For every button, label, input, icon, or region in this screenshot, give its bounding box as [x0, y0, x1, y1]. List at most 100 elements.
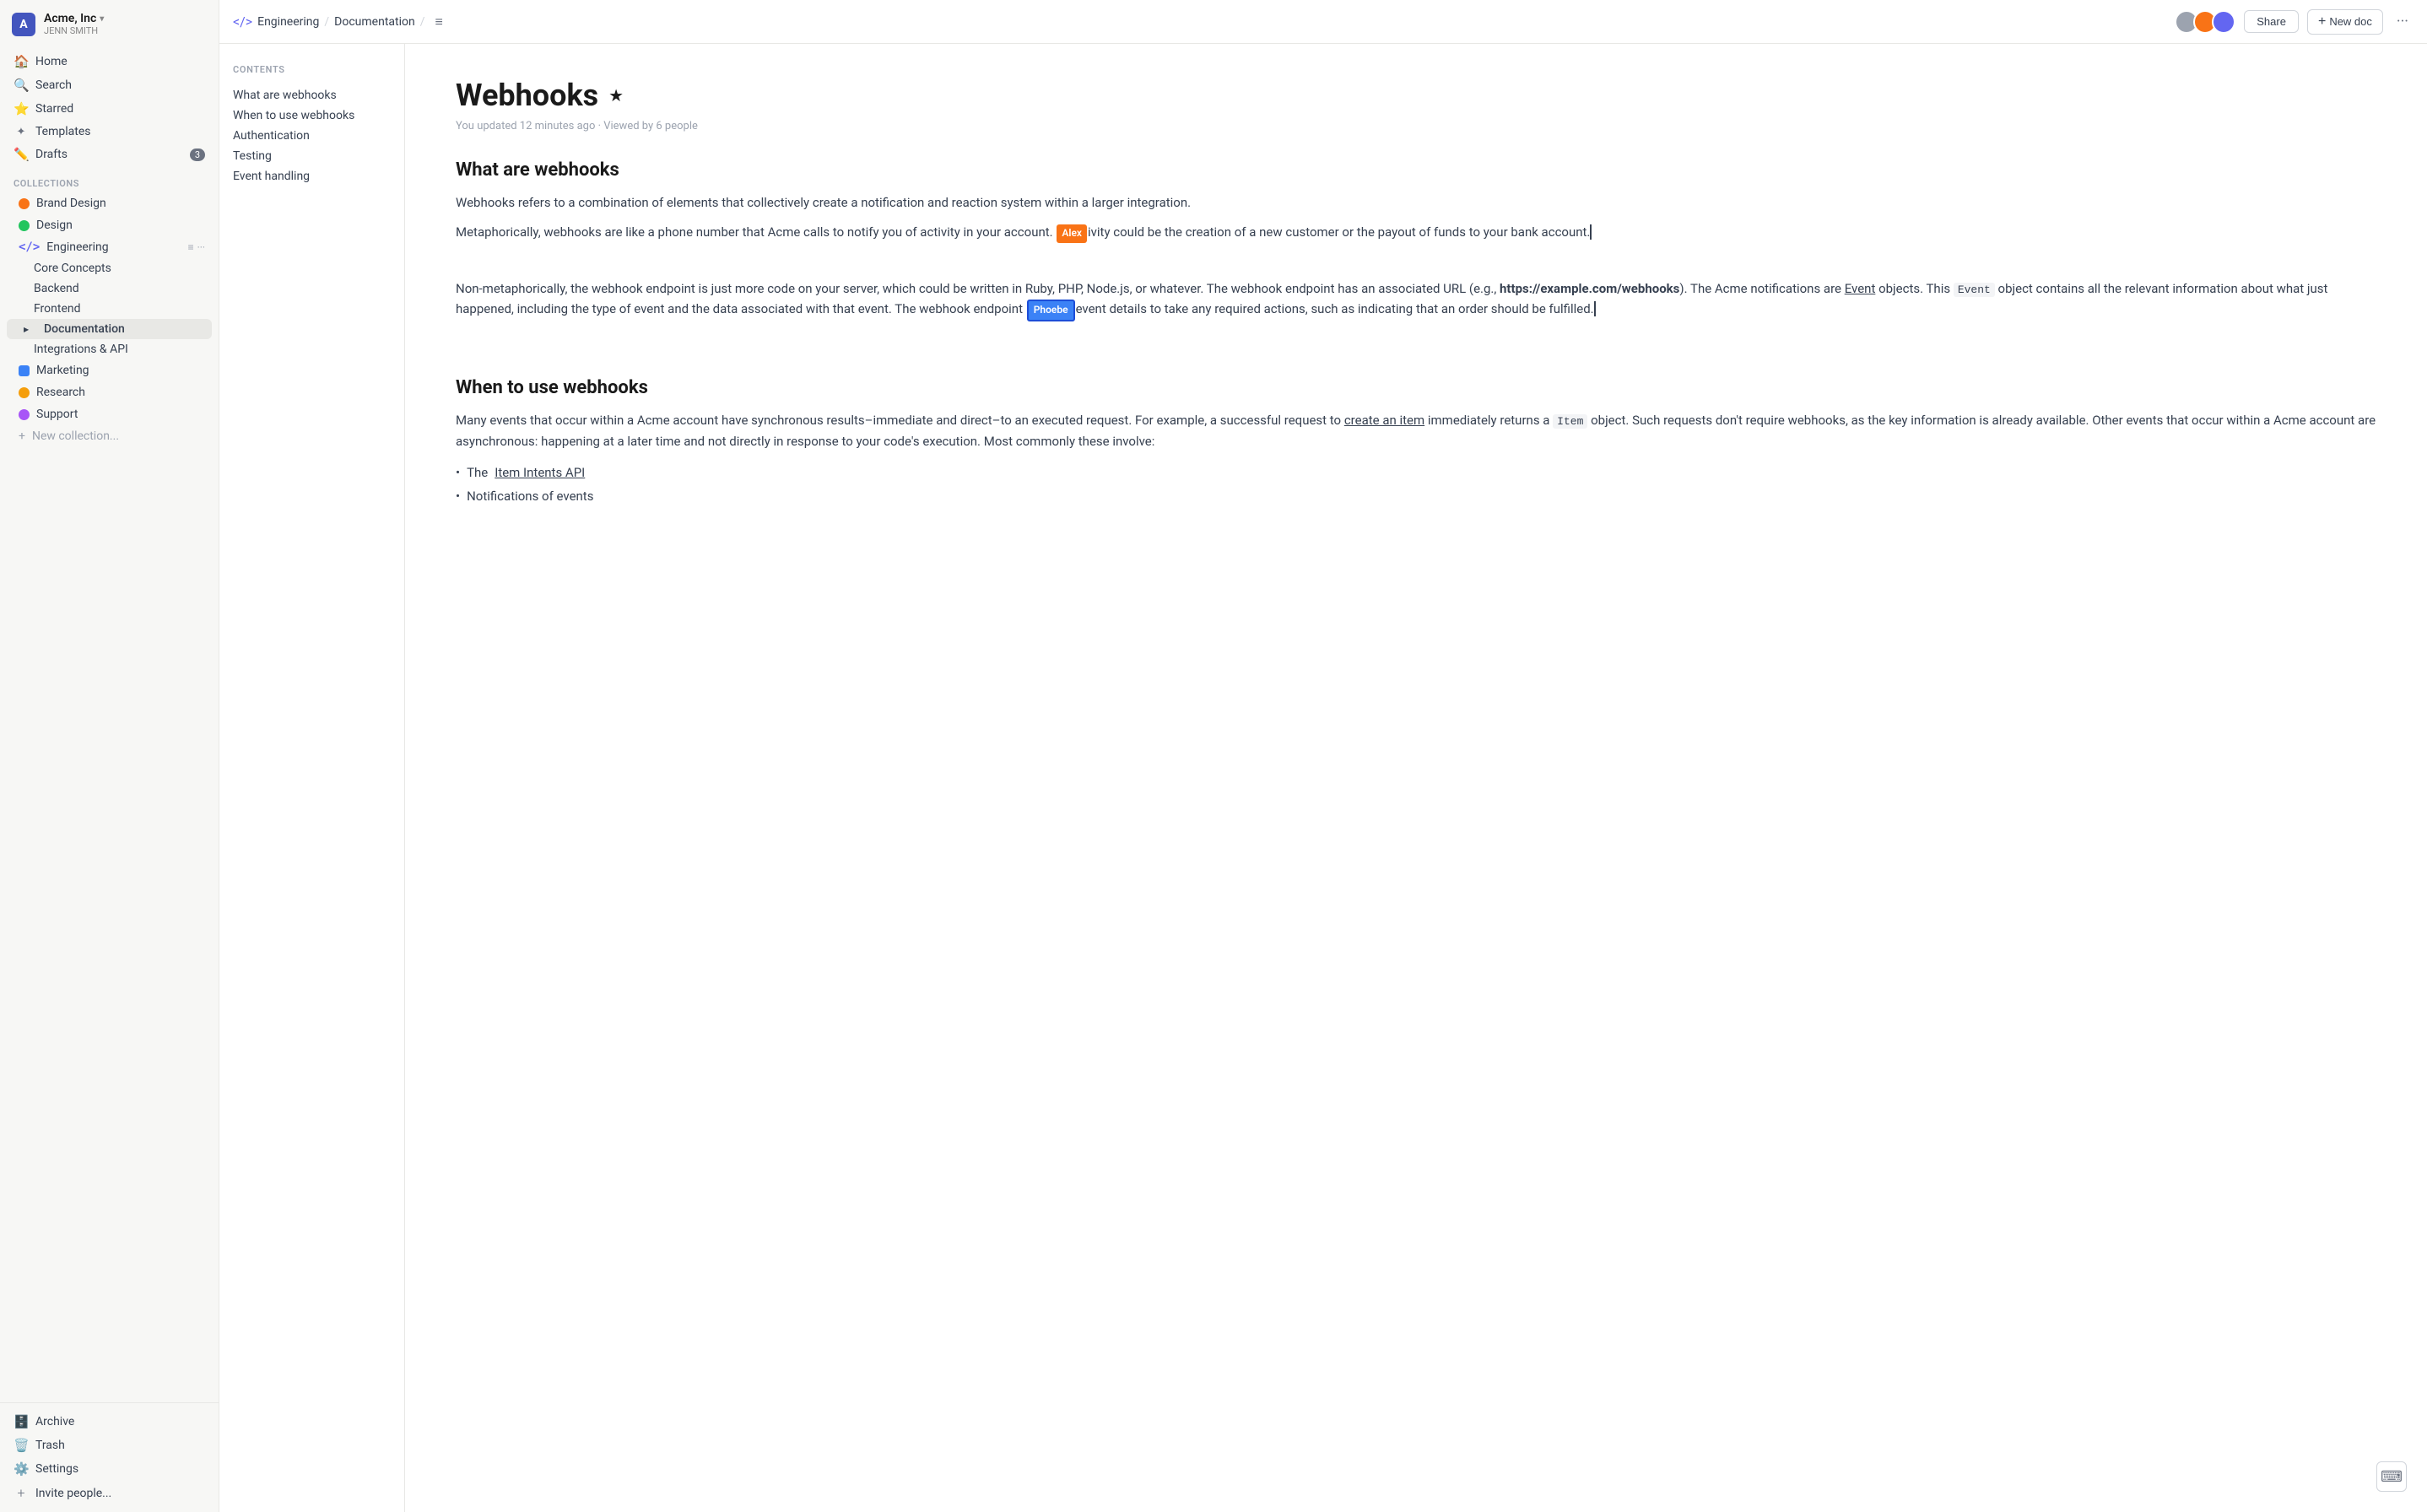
- collection-label: Engineering: [46, 240, 108, 254]
- sidebar-item-label: Starred: [35, 102, 73, 116]
- user-cursor-alex: Alex: [1057, 224, 1087, 243]
- item-code-inline: Item: [1553, 414, 1587, 429]
- create-item-link[interactable]: create an item: [1344, 413, 1424, 428]
- collection-label: Marketing: [36, 364, 89, 377]
- new-collection-label: New collection...: [32, 429, 119, 443]
- document-area[interactable]: Webhooks ★ You updated 12 minutes ago · …: [405, 44, 2427, 1512]
- research-icon: [19, 387, 30, 398]
- workspace-user: JENN SMITH: [44, 25, 104, 36]
- sidebar-item-frontend[interactable]: Frontend: [7, 299, 212, 319]
- event-link[interactable]: Event: [1845, 281, 1876, 296]
- new-doc-label: New doc: [2329, 15, 2372, 28]
- collection-label: Design: [36, 219, 73, 232]
- sidebar-item-research[interactable]: Research: [7, 381, 212, 403]
- section-heading-when-to-use: When to use webhooks: [456, 377, 2376, 398]
- document-meta: You updated 12 minutes ago · Viewed by 6…: [456, 120, 2376, 132]
- toc-item-when-to-use[interactable]: When to use webhooks: [233, 105, 391, 126]
- engineering-breadcrumb-icon: </>: [233, 14, 252, 30]
- toc-item-testing[interactable]: Testing: [233, 146, 391, 166]
- sidebar-item-design[interactable]: Design: [7, 214, 212, 236]
- toc-item-what-are-webhooks[interactable]: What are webhooks: [233, 85, 391, 105]
- url-example: https://example.com/webhooks: [1500, 281, 1679, 296]
- search-icon: 🔍: [14, 78, 29, 93]
- sidebar-item-templates[interactable]: ✦ Templates: [7, 121, 212, 143]
- footer-item-label: Settings: [35, 1462, 78, 1476]
- list-item: Notifications of events: [456, 484, 2376, 509]
- sidebar-item-support[interactable]: Support: [7, 403, 212, 425]
- sidebar-item-starred[interactable]: ⭐ Starred: [7, 97, 212, 121]
- text-cursor-2: [1594, 301, 1596, 316]
- sidebar-item-drafts[interactable]: ✏️ Drafts 3: [7, 143, 212, 166]
- sidebar-item-backend[interactable]: Backend: [7, 278, 212, 299]
- sidebar-item-home[interactable]: 🏠 Home: [7, 50, 212, 73]
- share-button[interactable]: Share: [2244, 10, 2299, 33]
- item-intents-link[interactable]: Item Intents API: [495, 462, 585, 483]
- sidebar-item-brand-design[interactable]: Brand Design: [7, 192, 212, 214]
- chevron-down-icon: ▾: [100, 14, 104, 24]
- breadcrumb-engineering[interactable]: Engineering: [257, 15, 319, 29]
- main-area: </> Engineering / Documentation / ≡ Shar…: [219, 0, 2427, 1512]
- sidebar-item-documentation[interactable]: Documentation: [7, 319, 212, 339]
- design-icon: [19, 220, 30, 231]
- sidebar-item-core-concepts[interactable]: Core Concepts: [7, 258, 212, 278]
- table-of-contents: CONTENTS What are webhooks When to use w…: [219, 44, 405, 1512]
- drafts-badge: 3: [190, 148, 205, 161]
- plus-icon: +: [2318, 14, 2326, 30]
- avatar-3: [2212, 10, 2235, 34]
- sidebar-item-invite[interactable]: + Invite people...: [7, 1481, 212, 1505]
- engineering-actions[interactable]: ≡ ···: [188, 241, 205, 253]
- sidebar-item-label: Search: [35, 78, 72, 92]
- support-icon: [19, 409, 30, 420]
- sidebar-item-search[interactable]: 🔍 Search: [7, 73, 212, 97]
- sidebar-item-settings[interactable]: ⚙️ Settings: [7, 1457, 212, 1481]
- footer-item-label: Trash: [35, 1439, 65, 1452]
- sidebar-item-label: Templates: [35, 125, 91, 138]
- sidebar-item-marketing[interactable]: Marketing: [7, 359, 212, 381]
- toc-item-event-handling[interactable]: Event handling: [233, 166, 391, 186]
- settings-icon: ⚙️: [14, 1461, 29, 1477]
- collection-label: Support: [36, 408, 78, 421]
- collections-list: Brand Design Design </> Engineering ≡ ··…: [0, 192, 219, 447]
- outline-menu-icon[interactable]: ≡: [432, 10, 446, 34]
- sidebar-item-engineering[interactable]: </> Engineering ≡ ···: [7, 236, 212, 258]
- text-cursor-1: [1590, 224, 1592, 240]
- marketing-icon: [19, 365, 30, 376]
- toc-item-authentication[interactable]: Authentication: [233, 126, 391, 146]
- topbar-right: Share + New doc ···: [2175, 9, 2413, 35]
- keyboard-shortcut-icon[interactable]: ⌨: [2376, 1461, 2407, 1492]
- favorite-star-icon[interactable]: ★: [608, 85, 624, 105]
- doc-paragraph-4: Many events that occur within a Acme acc…: [456, 410, 2376, 452]
- trash-icon: 🗑️: [14, 1438, 29, 1453]
- collection-label: Research: [36, 386, 85, 399]
- new-doc-button[interactable]: + New doc: [2307, 9, 2383, 35]
- sidebar-item-archive[interactable]: 🗄️ Archive: [7, 1410, 212, 1434]
- new-collection-button[interactable]: + New collection...: [7, 425, 212, 447]
- sub-item-label: Integrations & API: [34, 343, 128, 356]
- collections-label: COLLECTIONS: [0, 170, 219, 192]
- more-options-icon[interactable]: ···: [197, 241, 205, 253]
- doc-paragraph-1: Webhooks refers to a combination of elem…: [456, 192, 2376, 213]
- sub-item-label: Core Concepts: [34, 262, 111, 275]
- footer-item-label: Archive: [35, 1415, 74, 1428]
- sidebar-item-label: Drafts: [35, 148, 68, 161]
- sub-item-label: Backend: [34, 282, 79, 295]
- breadcrumb-separator: /: [324, 15, 329, 29]
- topbar: </> Engineering / Documentation / ≡ Shar…: [219, 0, 2427, 44]
- filter-list-icon[interactable]: ≡: [188, 241, 194, 253]
- home-icon: 🏠: [14, 54, 29, 69]
- engineering-icon: </>: [19, 240, 40, 254]
- breadcrumb-documentation[interactable]: Documentation: [334, 15, 415, 29]
- sidebar-item-trash[interactable]: 🗑️ Trash: [7, 1434, 212, 1457]
- sidebar-item-integrations[interactable]: Integrations & API: [7, 339, 212, 359]
- sidebar: A Acme, Inc ▾ JENN SMITH 🏠 Home 🔍 Search…: [0, 0, 219, 1512]
- drafts-icon: ✏️: [14, 147, 29, 162]
- doc-paragraph-3: Non-metaphorically, the webhook endpoint…: [456, 278, 2376, 322]
- section-heading-what-are-webhooks: What are webhooks: [456, 159, 2376, 181]
- templates-icon: ✦: [14, 126, 29, 138]
- content-area: CONTENTS What are webhooks When to use w…: [219, 44, 2427, 1512]
- more-options-button[interactable]: ···: [2392, 9, 2413, 34]
- collaborator-avatars: [2175, 10, 2235, 34]
- workspace-header[interactable]: A Acme, Inc ▾ JENN SMITH: [0, 0, 219, 46]
- workspace-info: Acme, Inc ▾ JENN SMITH: [44, 12, 104, 36]
- list-item: The Item Intents API: [456, 461, 2376, 485]
